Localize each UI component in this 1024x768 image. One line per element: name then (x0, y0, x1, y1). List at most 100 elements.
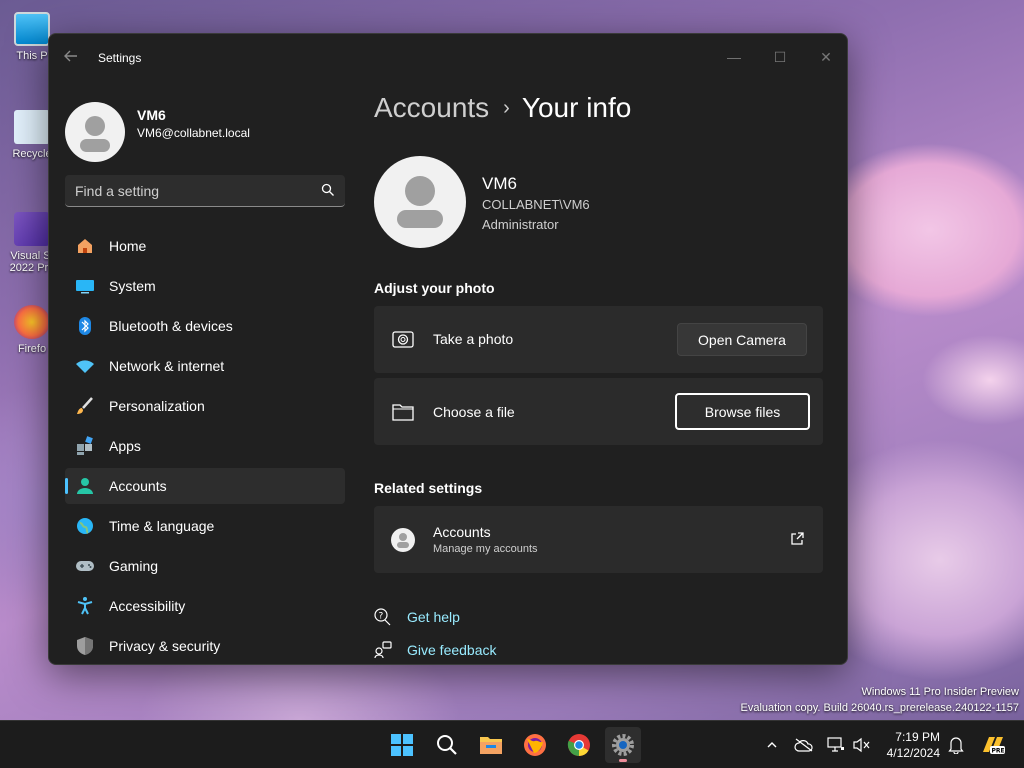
user-avatar (374, 156, 466, 248)
feedback-icon (374, 641, 392, 659)
sidebar-item-bluetooth[interactable]: Bluetooth & devices (65, 308, 345, 344)
user-role: Administrator (482, 217, 559, 232)
sidebar-item-label: System (109, 278, 156, 294)
chevron-up-icon[interactable] (762, 735, 782, 755)
onedrive-icon[interactable] (794, 735, 814, 755)
get-help-link[interactable]: Get help (407, 609, 460, 625)
settings-window: Settings — ☐ ✕ VM6 VM6@collabnet.local H… (48, 33, 848, 665)
choose-file-label: Choose a file (433, 404, 515, 420)
volume-muted-icon[interactable] (852, 735, 872, 755)
copilot-icon[interactable]: PRE (980, 735, 1006, 755)
clock-time[interactable]: 7:19 PM (880, 730, 940, 744)
sidebar-item-system[interactable]: System (65, 268, 345, 304)
related-accounts-sub: Manage my accounts (433, 543, 538, 555)
firefox-icon (524, 734, 546, 756)
sidebar-item-label: Personalization (109, 398, 205, 414)
bell-icon[interactable] (946, 735, 966, 755)
gear-icon (612, 734, 634, 756)
gamepad-icon (75, 556, 95, 576)
desktop-icon-label: Recycle (12, 148, 52, 160)
sidebar-item-label: Accounts (109, 478, 167, 494)
settings-taskbar-button[interactable] (605, 727, 641, 763)
breadcrumb-parent[interactable]: Accounts (374, 92, 489, 123)
sidebar-item-accessibility[interactable]: Accessibility (65, 588, 345, 624)
build-watermark-line1: Windows 11 Pro Insider Preview (861, 686, 1019, 698)
related-settings-title: Related settings (374, 480, 483, 496)
profile-email: VM6@collabnet.local (137, 126, 250, 140)
start-button[interactable] (384, 727, 420, 763)
sidebar-item-gaming[interactable]: Gaming (65, 548, 345, 584)
sidebar-item-label: Privacy & security (109, 638, 221, 654)
avatar-body (80, 139, 110, 152)
chrome-taskbar-button[interactable] (561, 727, 597, 763)
clock-date[interactable]: 4/12/2024 (880, 746, 940, 760)
file-explorer-button[interactable] (473, 727, 509, 763)
sidebar-item-accounts[interactable]: Accounts (65, 468, 345, 504)
firefox-icon (14, 305, 50, 339)
recycle-bin-icon (14, 110, 50, 144)
svg-text:PRE: PRE (992, 748, 1005, 755)
camera-icon (392, 331, 414, 348)
avatar-body (397, 210, 443, 228)
sidebar-item-label: Bluetooth & devices (109, 318, 233, 334)
open-camera-button[interactable]: Open Camera (677, 323, 807, 356)
sidebar-item-home[interactable]: Home (65, 228, 345, 264)
sidebar-item-label: Apps (109, 438, 141, 454)
app-title: Settings (98, 51, 142, 65)
accounts-icon (75, 476, 95, 496)
svg-text:?: ? (379, 612, 384, 622)
avatar-head (85, 116, 105, 136)
chrome-icon (567, 734, 590, 756)
shield-icon (75, 636, 95, 656)
apps-icon (75, 436, 95, 456)
globe-icon (75, 516, 95, 536)
sidebar-item-time-language[interactable]: Time & language (65, 508, 345, 544)
give-feedback-link[interactable]: Give feedback (407, 642, 497, 658)
folder-icon (480, 737, 502, 754)
system-icon (75, 276, 95, 296)
sidebar-item-apps[interactable]: Apps (65, 428, 345, 464)
related-accounts-label: Accounts (433, 524, 491, 540)
network-icon[interactable] (826, 735, 846, 755)
folder-icon (392, 404, 414, 421)
sidebar-item-network[interactable]: Network & internet (65, 348, 345, 384)
minimize-button[interactable]: — (711, 42, 757, 72)
maximize-button[interactable]: ☐ (757, 42, 803, 72)
related-accounts-card[interactable]: Accounts Manage my accounts (374, 506, 823, 573)
breadcrumb: Accounts › Your info (374, 92, 631, 124)
bluetooth-icon (75, 316, 95, 336)
page-title: Your info (521, 92, 632, 123)
help-icon: ? (374, 608, 391, 626)
firefox-taskbar-button[interactable] (517, 727, 553, 763)
monitor-icon (14, 12, 50, 46)
sidebar-item-personalization[interactable]: Personalization (65, 388, 345, 424)
user-name: VM6 (482, 174, 517, 193)
profile-name: VM6 (137, 107, 166, 123)
take-photo-card: Take a photo Open Camera (374, 306, 823, 373)
browse-files-button[interactable]: Browse files (675, 393, 810, 430)
external-link-icon (791, 532, 804, 545)
desktop-icon-label: Firefo (17, 343, 47, 355)
sidebar-item-label: Home (109, 238, 147, 254)
back-arrow-icon (64, 50, 77, 62)
sidebar-item-label: Time & language (109, 518, 215, 534)
search-icon[interactable] (321, 183, 335, 197)
sidebar-item-label: Gaming (109, 558, 159, 574)
search-input[interactable] (75, 175, 305, 206)
breadcrumb-separator: › (503, 97, 510, 119)
close-button[interactable]: ✕ (803, 42, 847, 72)
search-box[interactable] (65, 175, 345, 207)
title-bar: Settings — ☐ ✕ (49, 34, 847, 82)
profile-avatar (65, 102, 125, 162)
visual-studio-icon (14, 212, 50, 246)
build-watermark-line2: Evaluation copy. Build 26040.rs_prerelea… (740, 702, 1019, 714)
search-taskbar-button[interactable] (429, 727, 465, 763)
back-button[interactable] (63, 48, 85, 68)
accessibility-icon (75, 596, 95, 616)
adjust-photo-title: Adjust your photo (374, 280, 495, 296)
windows-logo-icon (391, 734, 413, 756)
home-icon (75, 236, 95, 256)
choose-file-card: Choose a file Browse files (374, 378, 823, 445)
sidebar-item-privacy-security[interactable]: Privacy & security (65, 628, 345, 664)
search-icon (437, 735, 457, 755)
